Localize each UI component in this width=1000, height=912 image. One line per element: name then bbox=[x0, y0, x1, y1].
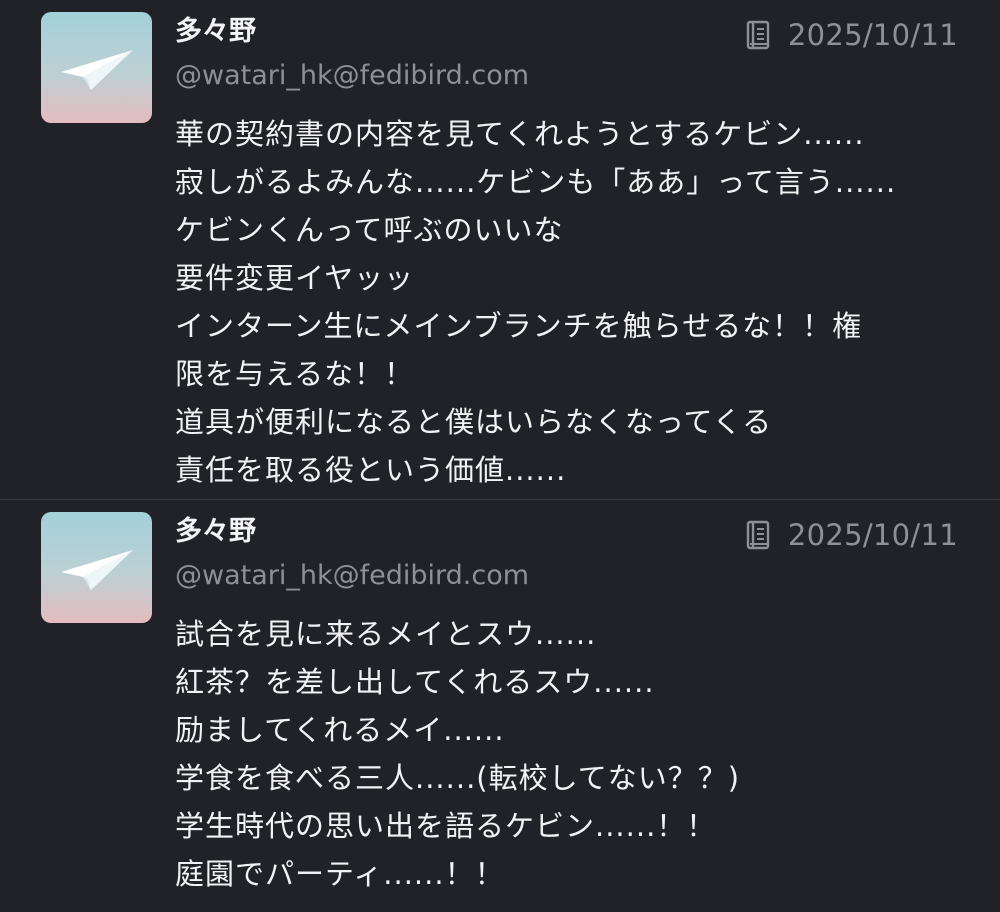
content-line: 責任を取る役という価値...... bbox=[175, 453, 567, 487]
post-meta: 2025/10/11 bbox=[746, 516, 958, 554]
content-line: 励ましてくれるメイ...... bbox=[175, 713, 505, 747]
post-date[interactable]: 2025/10/11 bbox=[788, 16, 958, 54]
book-icon bbox=[746, 520, 770, 550]
timeline: 多々野 @watari_hk@fedibird.com 2025/10/11 華… bbox=[0, 0, 1000, 912]
content-line: ケビンくんって呼ぶのいいな bbox=[175, 213, 564, 247]
avatar[interactable] bbox=[41, 12, 152, 123]
content-line: 紅茶？を差し出してくれるスウ...... bbox=[175, 665, 655, 699]
content-line: 学食を食べる三人......(転校してない？？) bbox=[175, 761, 741, 795]
content-line: 道具が便利になると僕はいらなくなってくる bbox=[175, 405, 773, 439]
status-post[interactable]: 多々野 @watari_hk@fedibird.com 2025/10/11 試… bbox=[0, 500, 1000, 912]
avatar[interactable] bbox=[41, 512, 152, 623]
status-post[interactable]: 多々野 @watari_hk@fedibird.com 2025/10/11 華… bbox=[0, 0, 1000, 499]
post-date[interactable]: 2025/10/11 bbox=[788, 516, 958, 554]
post-meta: 2025/10/11 bbox=[746, 16, 958, 54]
content-line: 試合を見に来るメイとスウ...... bbox=[175, 617, 597, 651]
content-line: 寂しがるよみんな......ケビンも「ああ」って言う...... bbox=[175, 165, 897, 199]
display-name[interactable]: 多々野 bbox=[175, 514, 256, 550]
display-name[interactable]: 多々野 bbox=[175, 14, 256, 50]
post-content: 試合を見に来るメイとスウ...... 紅茶？を差し出してくれるスウ...... … bbox=[175, 610, 975, 898]
content-line: 華の契約書の内容を見てくれようとするケビン...... bbox=[175, 117, 865, 151]
content-line: インターン生にメインブランチを触らせるな！！権 bbox=[175, 309, 863, 343]
paper-plane-icon bbox=[61, 550, 133, 590]
content-line: 限を与えるな！！ bbox=[175, 357, 415, 391]
book-icon bbox=[746, 20, 770, 50]
post-content: 華の契約書の内容を見てくれようとするケビン...... 寂しがるよみんな....… bbox=[175, 110, 975, 494]
account-handle[interactable]: @watari_hk@fedibird.com bbox=[175, 58, 529, 94]
paper-plane-icon bbox=[61, 50, 133, 90]
content-line: 学生時代の思い出を語るケビン......！！ bbox=[175, 809, 717, 843]
content-line: 庭園でパーティ......！！ bbox=[175, 857, 505, 891]
content-line: 要件変更イヤッッ bbox=[175, 261, 415, 295]
account-handle[interactable]: @watari_hk@fedibird.com bbox=[175, 558, 529, 594]
